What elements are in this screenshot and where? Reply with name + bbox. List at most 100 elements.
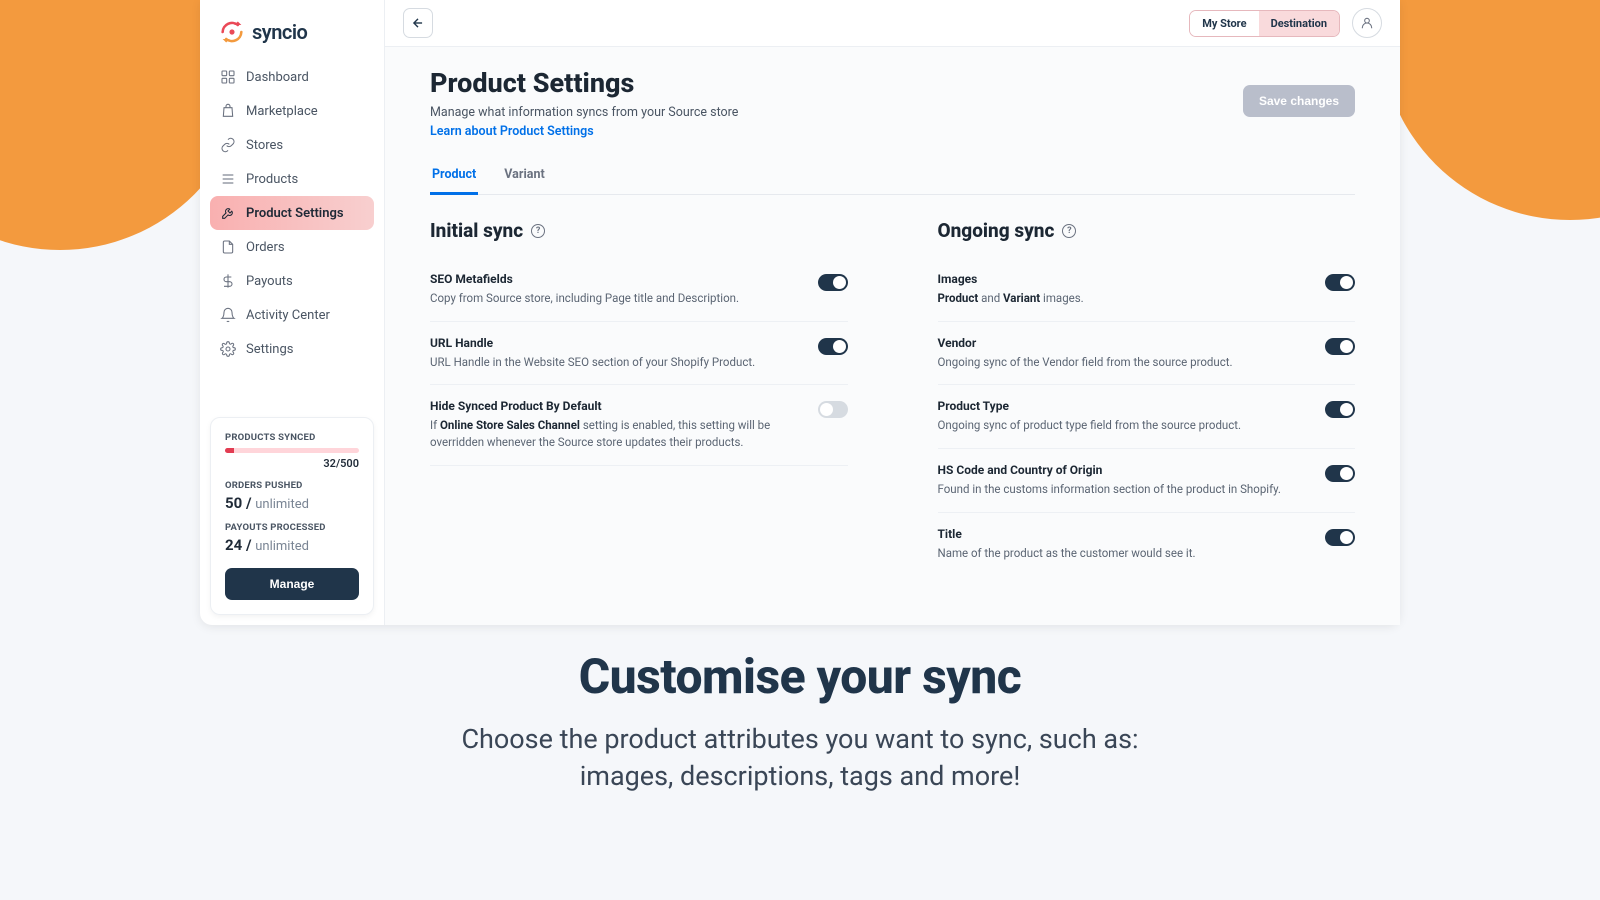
setting-desc: Name of the product as the customer woul… [938,545,1298,562]
setting-title: Vendor [938,336,1298,350]
logo-mark-icon [218,18,246,46]
my-store-segment[interactable]: My Store [1190,11,1258,36]
decorative-circle-right [1380,0,1600,220]
products-synced-progress [225,448,359,453]
sidebar-item-label: Product Settings [246,206,344,221]
hero-title: Customise your sync [0,648,1600,705]
help-icon[interactable]: ? [531,224,545,238]
toggle-product-type[interactable] [1325,401,1355,418]
initial-sync-heading: Initial sync [430,219,523,242]
sidebar-item-product-settings[interactable]: Product Settings [210,196,374,230]
orders-number: 50 / [225,494,255,512]
sidebar-item-activity[interactable]: Activity Center [210,298,374,332]
setting-url-handle: URL Handle URL Handle in the Website SEO… [430,322,848,386]
brand-logo[interactable]: syncio [210,10,374,60]
toggle-title[interactable] [1325,529,1355,546]
setting-title: Title [938,527,1298,541]
orders-pushed-label: ORDERS PUSHED [225,480,359,491]
sidebar-item-orders[interactable]: Orders [210,230,374,264]
setting-title: SEO Metafields [430,272,790,286]
setting-hide-synced: Hide Synced Product By Default If Online… [430,385,848,465]
page-subtitle: Manage what information syncs from your … [430,105,738,120]
sidebar-item-label: Payouts [246,274,293,289]
setting-desc: Copy from Source store, including Page t… [430,290,790,307]
sidebar-item-settings[interactable]: Settings [210,332,374,366]
tab-product[interactable]: Product [430,157,478,195]
sidebar-item-payouts[interactable]: Payouts [210,264,374,298]
tabs: Product Variant [430,157,1355,195]
user-avatar-button[interactable] [1352,8,1382,38]
ongoing-sync-heading: Ongoing sync [938,219,1055,242]
gear-icon [220,341,236,357]
setting-desc: If Online Store Sales Channel setting is… [430,417,790,450]
toggle-url-handle[interactable] [818,338,848,355]
sidebar-item-label: Marketplace [246,104,318,119]
setting-desc: Product and Variant images. [938,290,1298,307]
payouts-number: 24 / [225,536,255,554]
bag-icon [220,103,236,119]
brand-name: syncio [252,20,307,44]
sidebar-item-stores[interactable]: Stores [210,128,374,162]
toggle-hs-code[interactable] [1325,465,1355,482]
setting-desc: URL Handle in the Website SEO section of… [430,354,790,371]
sidebar-item-label: Orders [246,240,285,255]
arrow-left-icon [411,16,425,30]
progress-fill [225,448,234,453]
toggle-hide-synced[interactable] [818,401,848,418]
setting-seo-metafields: SEO Metafields Copy from Source store, i… [430,258,848,322]
help-icon[interactable]: ? [1062,224,1076,238]
setting-vendor: Vendor Ongoing sync of the Vendor field … [938,322,1356,386]
save-changes-button[interactable]: Save changes [1243,85,1355,117]
topbar: My Store Destination [385,0,1400,47]
learn-link[interactable]: Learn about Product Settings [430,124,594,139]
toggle-vendor[interactable] [1325,338,1355,355]
toggle-images[interactable] [1325,274,1355,291]
sidebar-item-label: Dashboard [246,70,309,85]
initial-sync-column: Initial sync ? SEO Metafields Copy from … [430,219,848,575]
sidebar-item-products[interactable]: Products [210,162,374,196]
products-synced-label: PRODUCTS SYNCED [225,432,359,443]
user-icon [1360,16,1374,30]
sidebar-item-dashboard[interactable]: Dashboard [210,60,374,94]
ongoing-sync-column: Ongoing sync ? Images Product and Varian… [938,219,1356,575]
grid-icon [220,69,236,85]
manage-button[interactable]: Manage [225,568,359,600]
destination-segment[interactable]: Destination [1259,11,1339,36]
setting-title-sync: Title Name of the product as the custome… [938,513,1356,576]
hero-text: Customise your sync Choose the product a… [0,648,1600,796]
sidebar-item-label: Products [246,172,298,187]
payouts-unlimited: unlimited [255,539,309,554]
setting-title: Product Type [938,399,1298,413]
products-synced-value: 32/500 [225,457,359,470]
page-title: Product Settings [430,67,738,99]
file-icon [220,239,236,255]
sidebar-item-marketplace[interactable]: Marketplace [210,94,374,128]
setting-desc: Ongoing sync of product type field from … [938,417,1298,434]
bell-icon [220,307,236,323]
setting-title: HS Code and Country of Origin [938,463,1298,477]
app-frame: syncio Dashboard Marketplace Stores Prod… [200,0,1400,625]
link-icon [220,137,236,153]
setting-images: Images Product and Variant images. [938,258,1356,322]
setting-title: Hide Synced Product By Default [430,399,790,413]
setting-desc: Ongoing sync of the Vendor field from th… [938,354,1298,371]
orders-pushed-value: 50 / unlimited [225,494,359,512]
usage-stats-card: PRODUCTS SYNCED 32/500 ORDERS PUSHED 50 … [210,417,374,615]
setting-title: URL Handle [430,336,790,350]
sidebar: syncio Dashboard Marketplace Stores Prod… [200,0,385,625]
list-icon [220,171,236,187]
orders-unlimited: unlimited [255,497,309,512]
tab-variant[interactable]: Variant [502,157,546,194]
payouts-processed-label: PAYOUTS PROCESSED [225,522,359,533]
store-switcher[interactable]: My Store Destination [1189,10,1340,37]
setting-hs-code: HS Code and Country of Origin Found in t… [938,449,1356,513]
sidebar-item-label: Stores [246,138,283,153]
dollar-icon [220,273,236,289]
main-area: My Store Destination Product Settings Ma… [385,0,1400,625]
payouts-processed-value: 24 / unlimited [225,536,359,554]
content: Product Settings Manage what information… [385,47,1400,625]
setting-desc: Found in the customs information section… [938,481,1298,498]
toggle-seo-metafields[interactable] [818,274,848,291]
wrench-icon [220,205,236,221]
back-button[interactable] [403,8,433,38]
